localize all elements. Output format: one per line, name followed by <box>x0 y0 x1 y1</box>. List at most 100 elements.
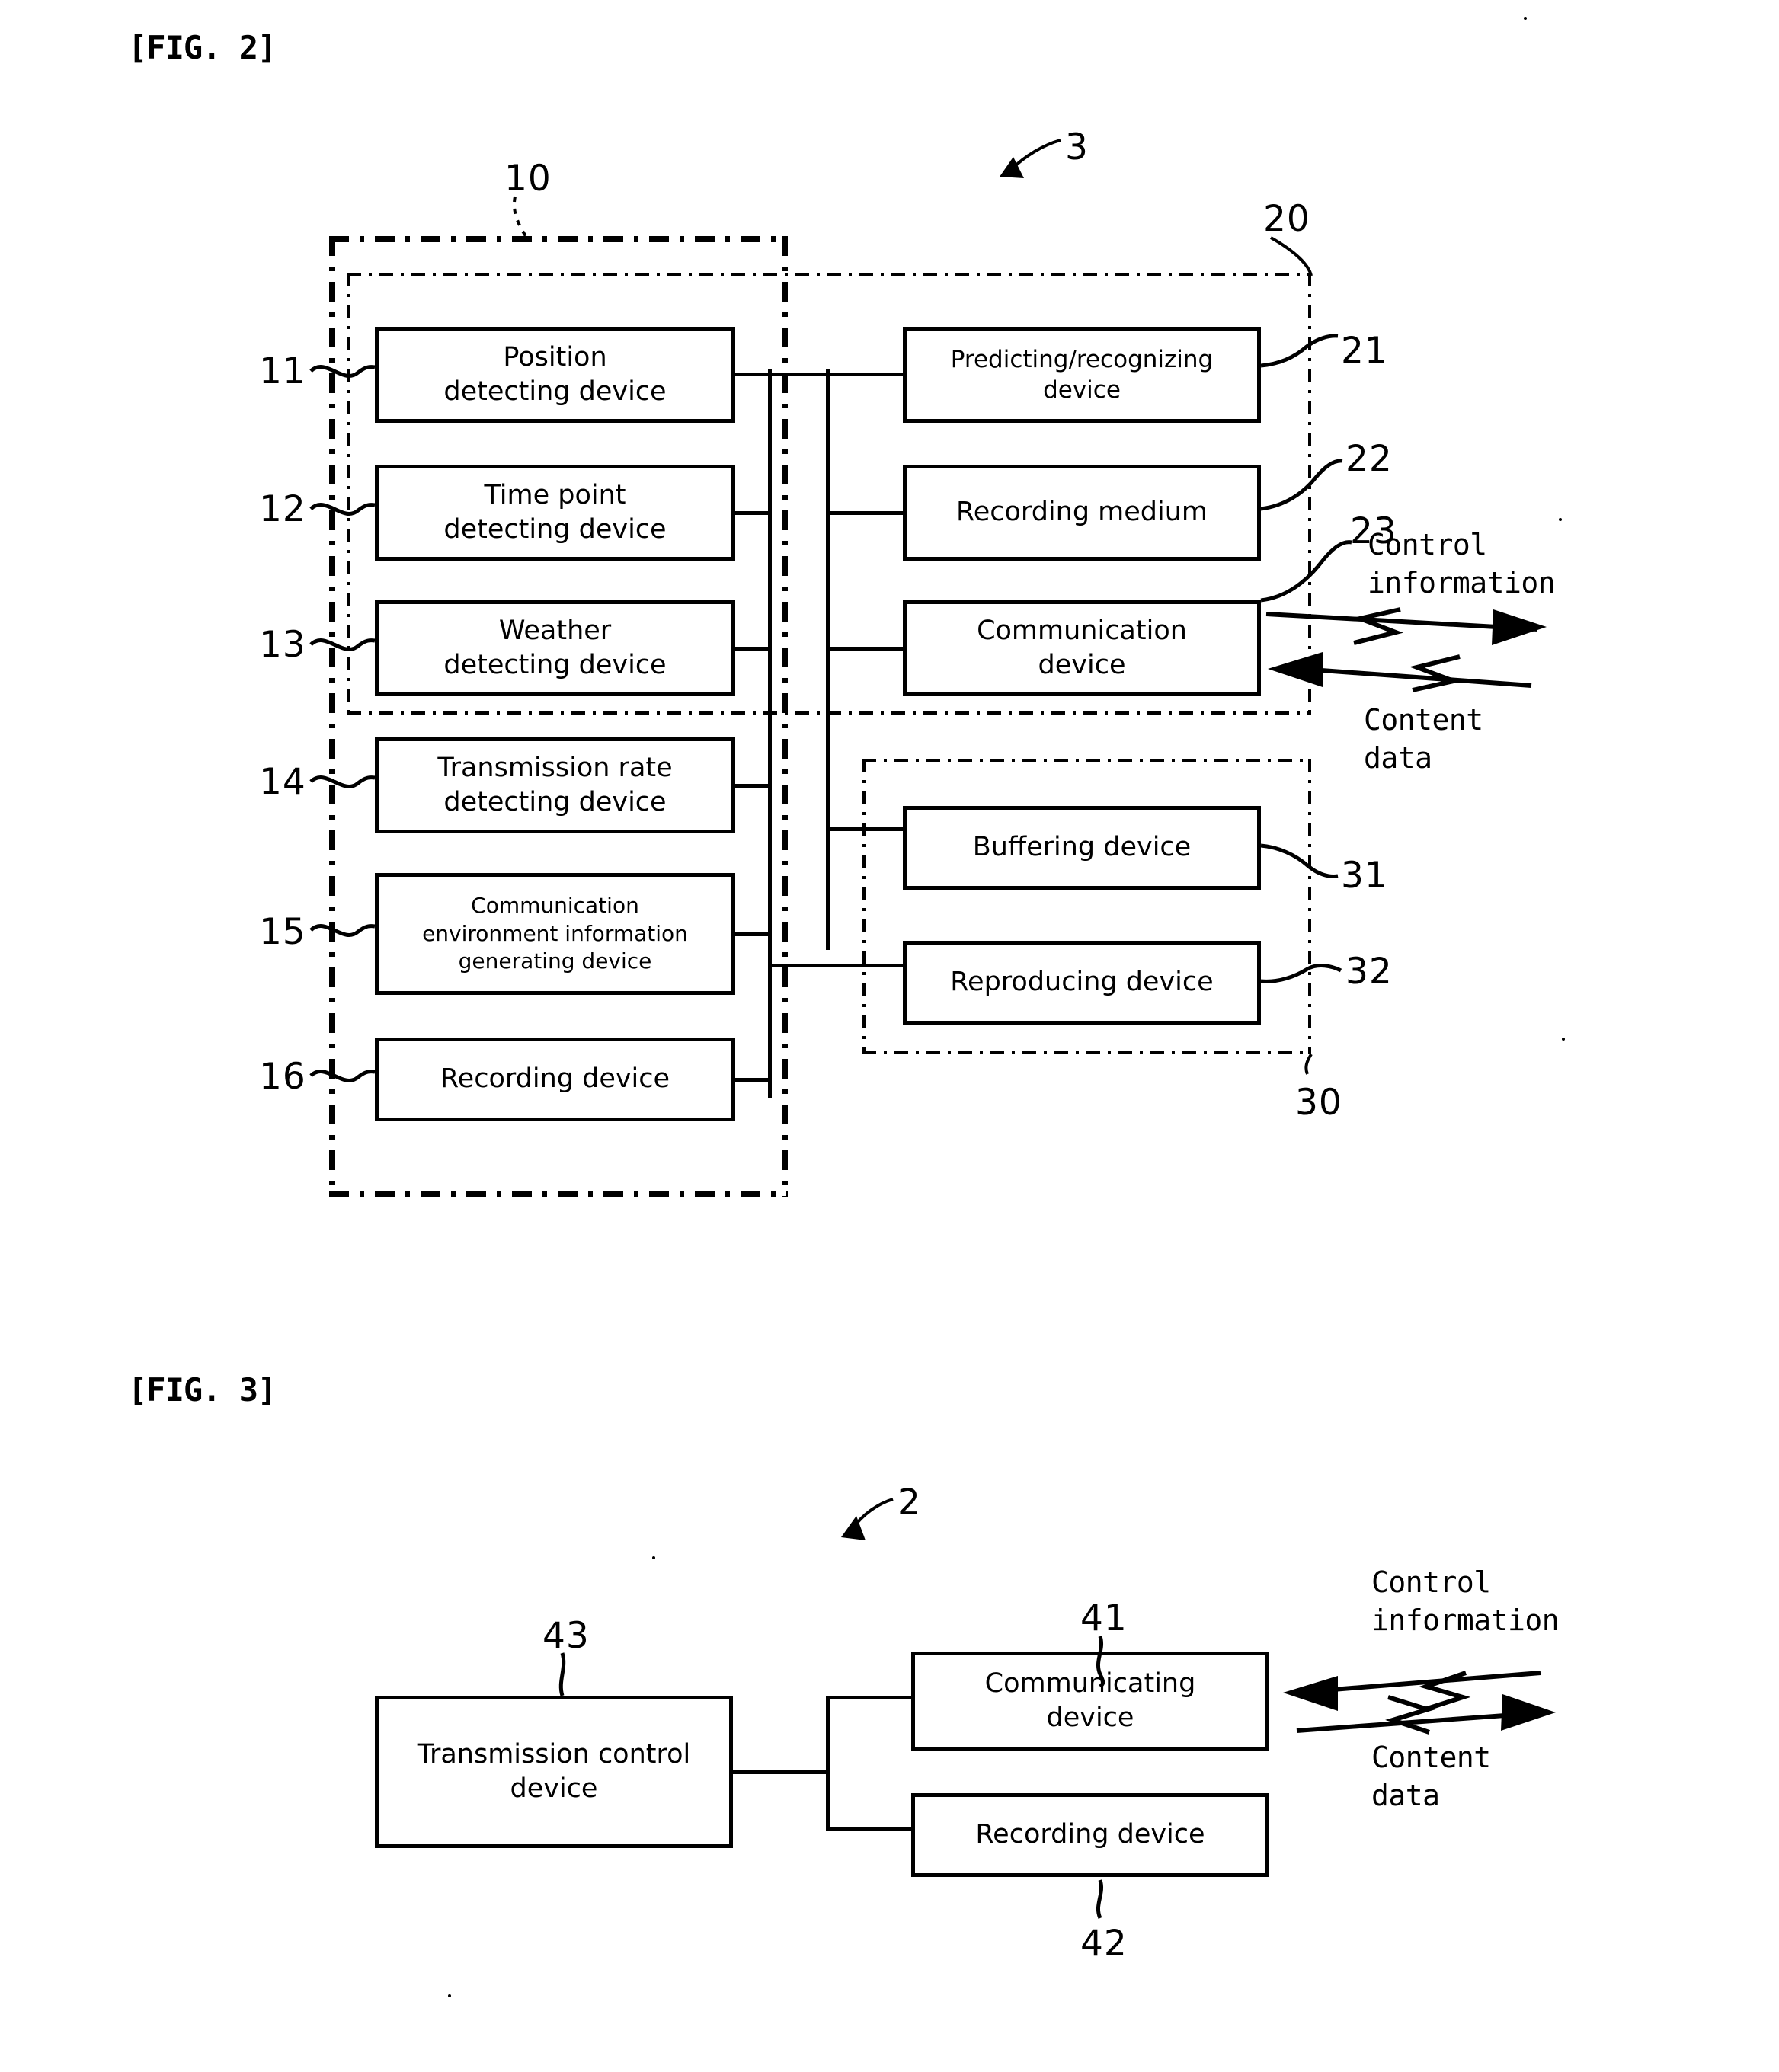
box-position-detecting-device[interactable]: Position detecting device <box>375 327 735 423</box>
bus-line-left <box>768 369 772 1098</box>
box-time-point-detecting-device[interactable]: Time point detecting device <box>375 465 735 561</box>
connector-branch-top-fig3 <box>826 1696 914 1699</box>
scan-speck <box>448 1994 451 1997</box>
flow-label-line: information <box>1371 1604 1560 1638</box>
box-line: Transmission rate <box>437 752 673 783</box>
box-weather-detecting-device[interactable]: Weather detecting device <box>375 600 735 696</box>
box-communication-device[interactable]: Communication device <box>903 600 1261 696</box>
connector-to-31 <box>826 827 905 831</box>
leader-20 <box>1270 236 1313 277</box>
box-line: detecting device <box>443 650 667 680</box>
box-line: generating device <box>458 948 652 974</box>
flow-label-content-data-fig2: Content data <box>1364 701 1483 777</box>
reference-numeral-10: 10 <box>504 158 552 200</box>
box-line: detecting device <box>443 514 667 545</box>
arrow-content-data-fig3 <box>1296 1694 1556 1735</box>
box-line: device <box>510 1773 598 1804</box>
reference-numeral-3: 3 <box>1065 126 1089 168</box>
box-line: detecting device <box>443 376 667 407</box>
flow-label-control-information-fig2: Control information <box>1368 526 1556 602</box>
flow-label-line: information <box>1368 566 1556 600</box>
flow-label-line: Content <box>1371 1741 1491 1774</box>
reference-numeral-11: 11 <box>259 350 306 392</box>
connector-to-22 <box>826 511 905 515</box>
box-recording-device-fig2[interactable]: Recording device <box>375 1038 735 1121</box>
lead-line-13 <box>734 647 770 651</box>
flow-label-line: Control <box>1368 528 1487 561</box>
box-line: Position <box>503 341 607 373</box>
box-recording-device-fig3[interactable]: Recording device <box>911 1793 1269 1877</box>
box-predicting-recognizing-device[interactable]: Predicting/recognizing device <box>903 327 1261 423</box>
reference-numeral-32: 32 <box>1345 951 1393 993</box>
scan-speck <box>1562 1038 1565 1041</box>
box-transmission-rate-detecting-device[interactable]: Transmission rate detecting device <box>375 737 735 833</box>
box-line: Recording device <box>440 1063 670 1095</box>
reference-numeral-2: 2 <box>897 1482 921 1524</box>
pointer-3 <box>1000 139 1061 178</box>
box-line: Predicting/recognizing <box>950 345 1214 373</box>
box-line: Transmission control <box>417 1738 691 1770</box>
lead-line-16 <box>734 1078 770 1082</box>
reference-numeral-41: 41 <box>1080 1597 1128 1639</box>
box-transmission-control-device[interactable]: Transmission control device <box>375 1696 733 1848</box>
box-line: Communicating <box>984 1668 1196 1699</box>
reference-numeral-12: 12 <box>259 488 306 530</box>
box-line: Time point <box>484 479 626 510</box>
lead-line-11 <box>734 373 770 376</box>
flow-label-line: data <box>1371 1779 1440 1813</box>
pointer-2 <box>841 1498 894 1540</box>
box-line: Buffering device <box>972 832 1192 863</box>
box-line: Communication <box>977 615 1187 646</box>
reference-numeral-14: 14 <box>259 761 306 803</box>
box-line: Recording medium <box>955 497 1208 528</box>
figure-3-title: [FIG. 3] <box>128 1371 277 1409</box>
box-line: Communication <box>471 893 639 919</box>
scan-speck <box>652 1556 655 1559</box>
box-line: Recording device <box>975 1819 1205 1850</box>
lead-line-15 <box>734 932 770 936</box>
leader-42 <box>1096 1879 1103 1920</box>
reference-numeral-13: 13 <box>259 624 306 666</box>
arrow-control-information-fig3 <box>1283 1671 1541 1712</box>
box-recording-medium[interactable]: Recording medium <box>903 465 1261 561</box>
flow-label-content-data-fig3: Content data <box>1371 1738 1491 1815</box>
box-line: Weather <box>498 615 612 646</box>
flow-label-control-information-fig3: Control information <box>1371 1563 1560 1639</box>
reference-numeral-30: 30 <box>1295 1082 1342 1124</box>
flow-label-line: Content <box>1364 703 1483 737</box>
reference-numeral-42: 42 <box>1080 1923 1128 1965</box>
box-line: device <box>1038 650 1126 680</box>
connector-to-23 <box>826 647 905 651</box>
reference-numeral-31: 31 <box>1341 855 1388 897</box>
connector-branch-bottom-fig3 <box>826 1827 914 1831</box>
box-reproducing-device[interactable]: Reproducing device <box>903 941 1261 1025</box>
connector-bracket-fig3 <box>826 1696 830 1831</box>
box-buffering-device[interactable]: Buffering device <box>903 806 1261 890</box>
lead-line-14 <box>734 784 770 788</box>
box-line: device <box>1046 1703 1134 1733</box>
leader-30 <box>1304 1053 1313 1075</box>
scan-speck <box>1559 518 1562 521</box>
connector-to-21 <box>768 373 905 376</box>
box-line: device <box>1043 376 1121 404</box>
reference-numeral-21: 21 <box>1341 330 1388 372</box>
box-communication-environment-information-generating-device[interactable]: Communication environment information ge… <box>375 873 735 995</box>
leader-43 <box>558 1652 566 1696</box>
scan-speck <box>1524 17 1527 20</box>
reference-numeral-22: 22 <box>1345 438 1393 480</box>
reference-numeral-43: 43 <box>542 1615 590 1657</box>
figure-2-title: [FIG. 2] <box>128 29 277 66</box>
box-line: detecting device <box>443 787 667 817</box>
lead-line-12 <box>734 511 770 515</box>
flow-label-line: Control <box>1371 1565 1491 1599</box>
reference-numeral-20: 20 <box>1263 198 1310 240</box>
connector-stem-fig3 <box>731 1770 829 1774</box>
reference-numeral-15: 15 <box>259 911 306 953</box>
connector-to-32 <box>768 964 905 967</box>
box-line: Reproducing device <box>950 967 1214 998</box>
flow-label-line: data <box>1364 741 1432 775</box>
box-communicating-device[interactable]: Communicating device <box>911 1652 1269 1751</box>
leader-10 <box>513 196 527 238</box>
bus-line-right <box>826 369 830 950</box>
reference-numeral-16: 16 <box>259 1056 306 1098</box>
